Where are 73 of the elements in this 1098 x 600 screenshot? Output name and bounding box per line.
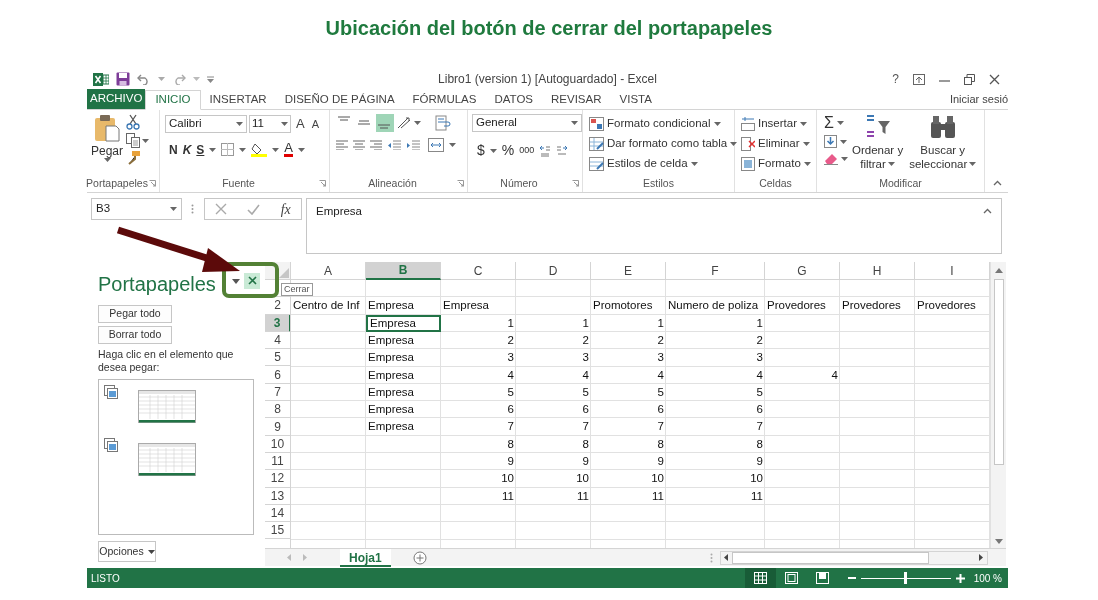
table-cell-text: 10 (650, 471, 665, 487)
window-title: Libro1 (version 1) [Autoguardado] - Excel (438, 71, 657, 88)
group-label: Estilos (643, 175, 674, 191)
table-cell-text: 10 (575, 471, 590, 487)
table-cell-text: 6 (506, 402, 515, 418)
pane-title: Portapapeles (98, 271, 216, 297)
table-cell-text: 3 (656, 350, 665, 366)
group-label: Fuente (222, 175, 255, 191)
table-cell-text: Centro de Inf (292, 298, 361, 314)
table-cell-text: 4 (656, 367, 665, 383)
table-cell-text: 7 (581, 419, 590, 435)
table-cell-text: 4 (506, 367, 515, 383)
table-cell-text: 4 (755, 367, 764, 383)
table-cell-text: 7 (656, 419, 665, 435)
table-cell-text: 2 (656, 332, 665, 348)
table-cell-text: Empresa (367, 402, 416, 418)
table-cell-text: 3 (755, 350, 764, 366)
table-cell-text: 11 (651, 488, 665, 504)
table-cell-text: 5 (755, 384, 764, 400)
table-cell-text: 2 (506, 332, 515, 348)
table-cell-text: 5 (581, 384, 590, 400)
annotation-title: Ubicación del botón de cerrar del portapapeles (325, 16, 773, 41)
table-cell-text: 9 (656, 454, 665, 469)
table-cell-text: 11 (750, 488, 764, 504)
table-cell-text: 8 (506, 436, 515, 452)
table-cell-text: Empresa (367, 350, 416, 366)
group-label: Celdas (759, 175, 792, 191)
table-cell-text: 7 (755, 419, 764, 435)
table-cell-text: Empresa (367, 419, 416, 435)
table-cell-text: 2 (755, 332, 764, 348)
table-cell-text: 8 (581, 436, 590, 452)
group-label: Alineación (368, 175, 417, 191)
table-cell-text: 9 (755, 454, 764, 469)
table-cell-text: Numero de poliza (667, 298, 760, 314)
table-cell-text: 4 (581, 367, 590, 383)
group-label: Modificar (879, 175, 922, 191)
tooltip: Cerrar (281, 283, 313, 296)
table-cell-text: 2 (581, 332, 590, 348)
table-cell-text: 1 (755, 315, 764, 331)
table-cell-text: Empresa (367, 384, 416, 400)
pane-hint: Haga clic en el elemento que desea pegar: (98, 348, 235, 374)
table-cell-text: 3 (581, 350, 590, 366)
table-cell-text: 3 (506, 350, 515, 366)
table-cell-text: Empresa (442, 298, 491, 314)
table-cell-text: 8 (755, 436, 764, 452)
table-cell-text: Promotores (592, 298, 654, 314)
table-cell-text: Empresa (367, 332, 416, 348)
group-label: Portapapeles (86, 175, 148, 191)
table-cell-text: 10 (500, 471, 515, 487)
table-cell-text: 9 (506, 454, 515, 469)
table-cell-text: 4 (830, 367, 839, 383)
table-cell-text: Provedores (766, 298, 827, 314)
table-cell-text: Provedores (841, 298, 902, 314)
table-cell-text: 9 (581, 454, 590, 469)
table-cell-text: 6 (656, 402, 665, 418)
table-cell-text: Provedores (916, 298, 977, 314)
table-cell-text: 1 (581, 315, 590, 331)
table-cell-text: 11 (576, 488, 590, 504)
group-label: Número (500, 175, 538, 191)
table-cell-text: 7 (506, 419, 515, 435)
table-cell-text: 5 (506, 384, 515, 400)
table-cell-text: 6 (581, 402, 590, 418)
table-cell-text: 10 (749, 471, 764, 487)
table-cell-text: Empresa (367, 298, 416, 314)
table-cell-text: 8 (656, 436, 665, 452)
table-cell-text: 5 (656, 384, 665, 400)
table-cell-text: 11 (501, 488, 515, 504)
table-cell-text: 1 (506, 315, 515, 331)
zoom-level: 100 % (973, 571, 1002, 586)
status-text: LISTO (91, 571, 120, 586)
table-cell-text: 1 (656, 315, 665, 331)
table-cell-text: Empresa (367, 367, 416, 383)
table-cell-text: 6 (755, 402, 764, 418)
